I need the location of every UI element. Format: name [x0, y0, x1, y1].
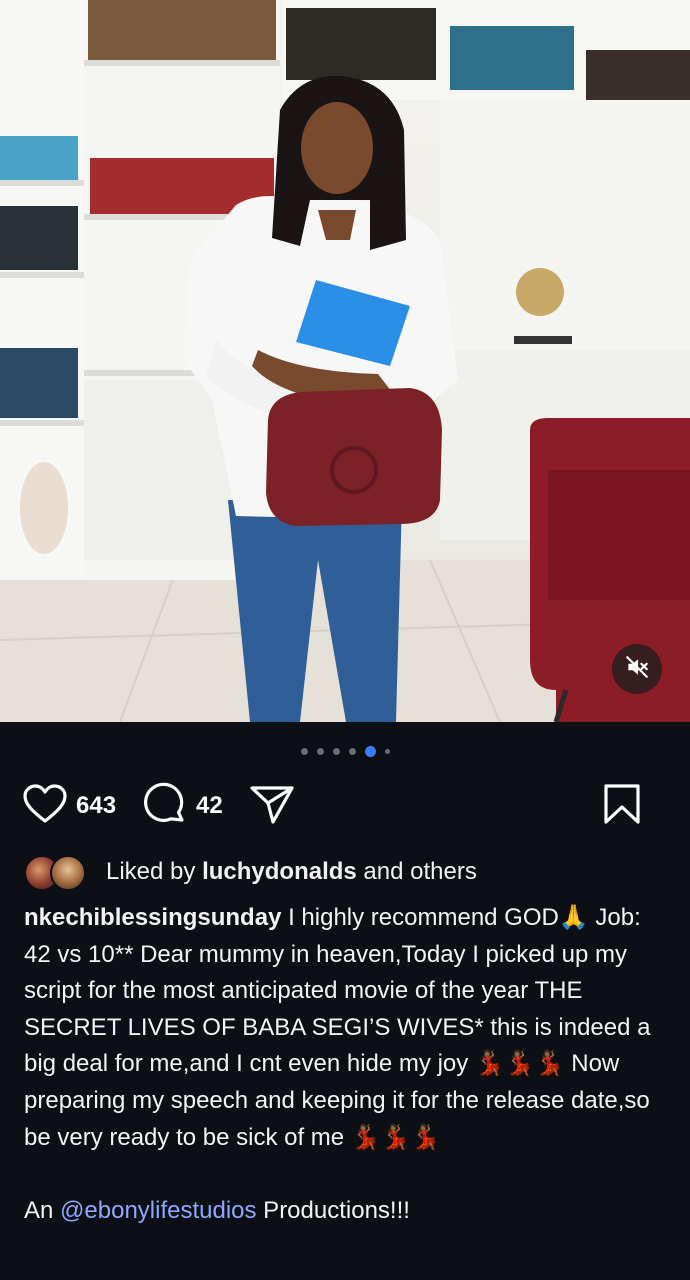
- mute-button[interactable]: [612, 644, 662, 694]
- pager-dot: [316, 747, 324, 755]
- caption-mention-link[interactable]: @ebonylifestudios: [60, 1197, 256, 1224]
- speaker-muted-icon: [624, 654, 650, 685]
- liked-by-user[interactable]: luchydonalds: [202, 858, 357, 885]
- liked-by-prefix: Liked by: [106, 858, 196, 885]
- post-action-bar: 643 42: [22, 780, 668, 832]
- post-photo[interactable]: [0, 0, 690, 722]
- liked-by-avatars: [24, 853, 94, 891]
- save-button[interactable]: [602, 783, 642, 830]
- like-count[interactable]: 643: [76, 792, 116, 820]
- caption-tail-prefix: An: [24, 1196, 61, 1224]
- share-button[interactable]: [249, 782, 295, 831]
- comment-button[interactable]: 42: [142, 782, 223, 831]
- pager-dot-active: [364, 745, 376, 757]
- caption-text: I highly recommend GOD🙏 Job: 42 vs 10** …: [24, 904, 651, 1151]
- caption-tail-suffix: Productions!!!: [256, 1196, 410, 1224]
- liked-by-text: Liked by luchydonalds and others: [106, 858, 477, 886]
- liked-by-suffix[interactable]: and others: [363, 858, 476, 885]
- caption-tail: An @ebonylifestudios Productions!!!: [24, 1193, 670, 1230]
- send-icon[interactable]: [249, 782, 295, 831]
- caption-username[interactable]: nkechiblessingsunday: [24, 904, 281, 931]
- carousel-pager: [0, 744, 690, 758]
- comment-bubble-icon[interactable]: [142, 782, 188, 831]
- bookmark-icon[interactable]: [602, 783, 642, 830]
- like-button[interactable]: 643: [22, 783, 116, 830]
- comment-count[interactable]: 42: [196, 792, 223, 820]
- pager-dot: [332, 747, 340, 755]
- post-caption: nkechiblessingsunday I highly recommend …: [24, 900, 670, 1229]
- photo-illustration: [0, 0, 690, 722]
- pager-dot: [348, 747, 356, 755]
- pager-dot: [300, 747, 308, 755]
- heart-icon[interactable]: [22, 783, 68, 830]
- liked-by-row[interactable]: Liked by luchydonalds and others: [24, 852, 670, 892]
- avatar: [50, 855, 86, 891]
- pager-dot: [384, 748, 390, 754]
